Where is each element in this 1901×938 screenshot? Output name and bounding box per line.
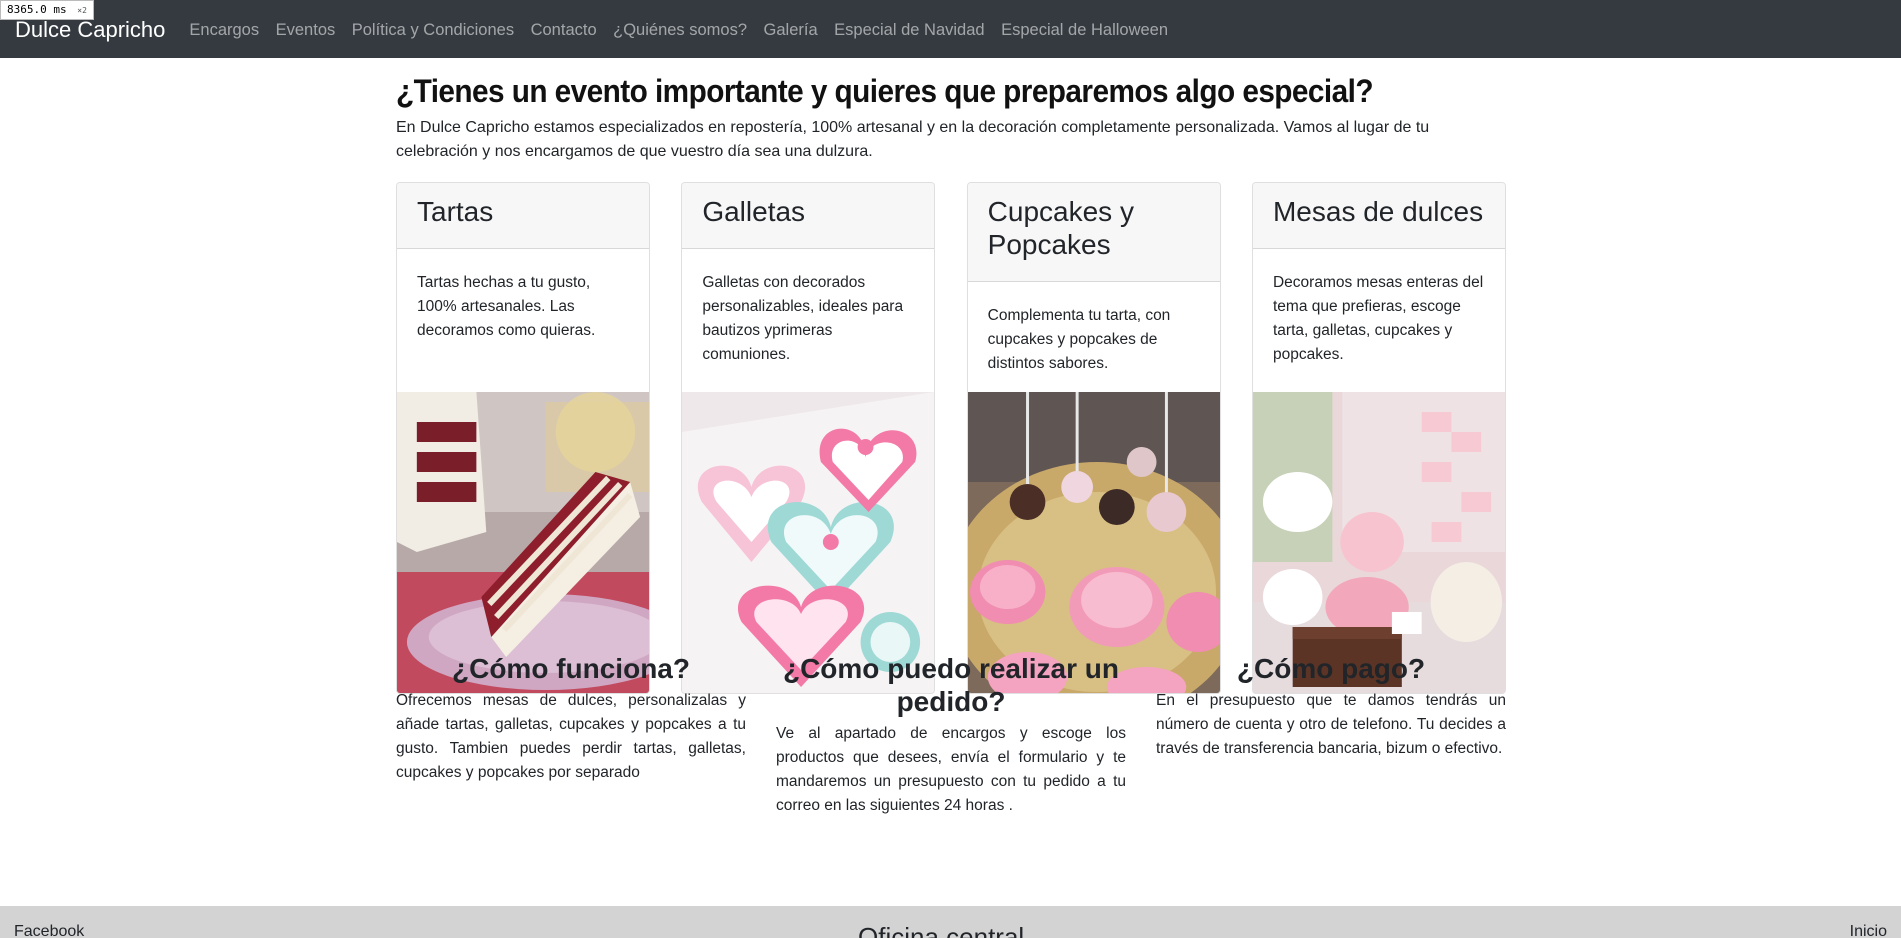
card-cupcakes: Cupcakes y Popcakes Complementa tu tarta…: [966, 182, 1221, 694]
nav-link-eventos[interactable]: Eventos: [276, 21, 336, 40]
footer-link-facebook[interactable]: Facebook: [14, 923, 84, 938]
info-column-como-funciona: ¿Cómo funciona? Ofrecemos mesas de dulce…: [396, 652, 746, 818]
info-title: ¿Cómo puedo realizar un pedido?: [782, 653, 1120, 717]
info-column-como-pedido: ¿Cómo puedo realizar un pedido? Ve al ap…: [776, 652, 1126, 818]
card-tartas: Tartas Tartas hechas a tu gusto, 100% ar…: [396, 182, 650, 694]
card-title: Cupcakes y Popcakes: [967, 183, 1220, 282]
brand-logo[interactable]: Dulce Capricho: [15, 17, 165, 43]
intro-paragraph: En Dulce Capricho estamos especializados…: [396, 119, 1430, 160]
page-headline: ¿Tienes un evento importante y quieres q…: [396, 73, 1374, 109]
info-section: ¿Cómo funciona? Ofrecemos mesas de dulce…: [396, 652, 1506, 818]
card-text: Galletas con decorados personalizables, …: [702, 274, 904, 363]
candy-table-image: [1252, 392, 1505, 693]
info-title: ¿Cómo funciona?: [452, 653, 690, 684]
nav-link-halloween[interactable]: Especial de Halloween: [1001, 21, 1168, 40]
top-navbar: Dulce Capricho Encargos Eventos Política…: [0, 0, 1901, 58]
card-title: Galletas: [682, 183, 935, 249]
card-text: Complementa tu tarta, con cupcakes y pop…: [987, 307, 1171, 372]
info-column-como-pago: ¿Cómo pago? En el presupuesto que te dam…: [1156, 652, 1506, 818]
footer-title: Oficina central: [858, 922, 1025, 938]
card-text: Tartas hechas a tu gusto, 100% artesanal…: [417, 274, 596, 339]
card-mesas-dulces: Mesas de dulces Decoramos mesas enteras …: [1251, 182, 1506, 694]
nav-link-galeria[interactable]: Galería: [764, 21, 818, 40]
nav-link-politica[interactable]: Política y Condiciones: [352, 21, 514, 40]
nav-link-navidad[interactable]: Especial de Navidad: [834, 21, 984, 40]
card-title: Mesas de dulces: [1252, 183, 1505, 249]
timing-value: 8365.0: [7, 3, 47, 16]
service-cards: Tartas Tartas hechas a tu gusto, 100% ar…: [396, 182, 1506, 694]
nav-link-encargos[interactable]: Encargos: [189, 21, 259, 40]
card-title: Tartas: [397, 183, 649, 249]
nav-link-quienes-somos[interactable]: ¿Quiénes somos?: [613, 21, 747, 40]
info-text: Ve al apartado de encargos y escoge los …: [776, 725, 1126, 814]
nav-links: Encargos Eventos Política y Condiciones …: [189, 21, 1184, 40]
info-text: Ofrecemos mesas de dulces, personalizala…: [396, 692, 746, 781]
main-content: ¿Tienes un evento importante y quieres q…: [396, 58, 1506, 694]
info-title: ¿Cómo pago?: [1236, 653, 1426, 684]
timing-unit: ms: [53, 3, 67, 16]
debug-timing-badge: 8365.0 ms ×2: [0, 0, 94, 20]
footer-link-inicio[interactable]: Inicio: [1850, 923, 1887, 938]
red-velvet-cake-image: [397, 392, 649, 693]
heart-cookies-image: [682, 392, 935, 693]
card-galletas: Galletas Galletas con decorados personal…: [681, 182, 936, 694]
info-text: En el presupuesto que te damos tendrás u…: [1156, 692, 1506, 757]
nav-link-contacto[interactable]: Contacto: [531, 21, 597, 40]
cupcakes-cakepops-image: [967, 392, 1220, 693]
page-footer: Facebook Oficina central Inicio: [0, 906, 1901, 938]
card-text: Decoramos mesas enteras del tema que pre…: [1272, 274, 1484, 363]
timing-multiplier: ×2: [77, 6, 87, 15]
